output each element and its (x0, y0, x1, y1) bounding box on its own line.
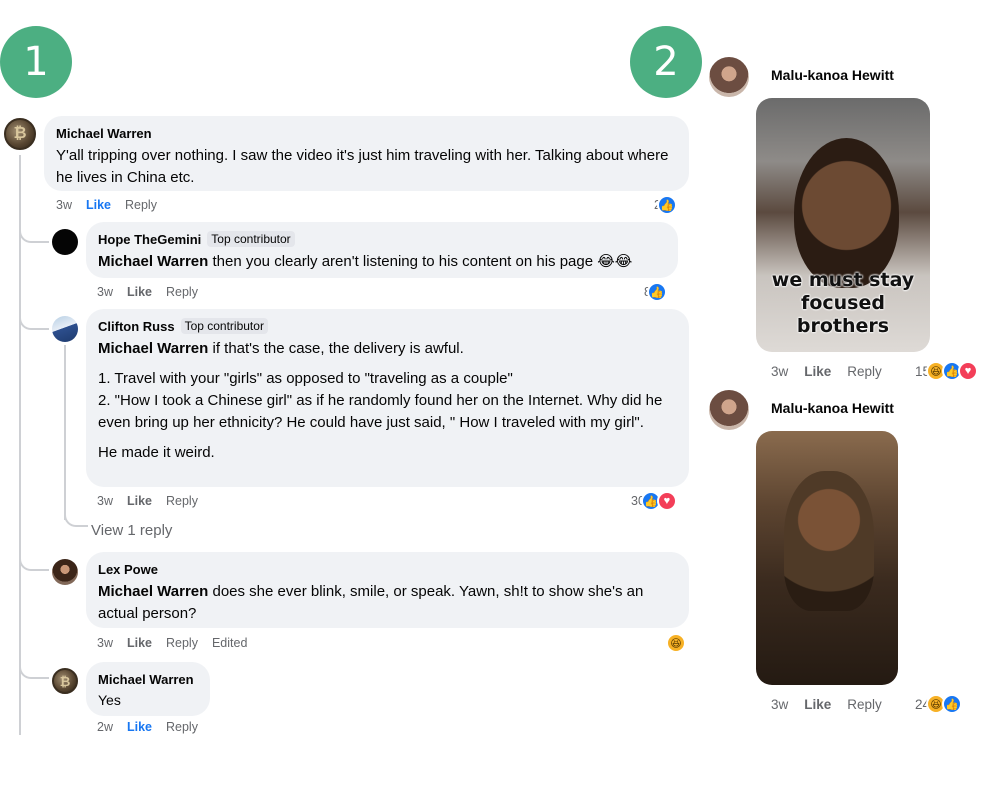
like-button[interactable]: Like (804, 364, 831, 379)
like-button[interactable]: Like (127, 494, 152, 508)
like-button[interactable]: Like (86, 198, 111, 212)
reply-bubble-lex: Lex Powe Michael Warren does she ever bl… (86, 552, 689, 628)
reply-time[interactable]: 3w (97, 494, 113, 508)
avatar-clifton-russ[interactable] (52, 316, 78, 342)
like-button[interactable]: Like (127, 720, 152, 734)
reply-time[interactable]: 3w (97, 636, 113, 650)
like-icon: 👍 (942, 694, 963, 714)
reaction-summary[interactable]: 8 👍 (644, 282, 667, 302)
comment-bubble-main: Michael Warren Y'all tripping over nothi… (44, 116, 689, 191)
reply-text: Michael Warren then you clearly aren't l… (98, 253, 633, 270)
comment-author[interactable]: Malu-kanoa Hewitt (771, 67, 894, 83)
mention-link[interactable]: Michael Warren (98, 253, 208, 270)
thread-connector (19, 655, 49, 679)
reply-author[interactable]: Clifton Russ (98, 319, 175, 334)
reply-actions: 3w Like Reply (97, 285, 198, 299)
comment-actions: 3w Like Reply (771, 364, 882, 379)
reply-button[interactable]: Reply (166, 720, 198, 734)
reply-text: Michael Warren does she ever blink, smil… (98, 583, 644, 622)
love-icon: ♥ (656, 491, 677, 511)
edited-label[interactable]: Edited (212, 636, 247, 650)
sub-thread-line (64, 345, 66, 520)
mention-link[interactable]: Michael Warren (98, 583, 208, 600)
comment-actions: 3w Like Reply (56, 198, 157, 212)
thread-connector (19, 543, 49, 571)
reply-bubble-michael: Michael Warren Yes (86, 662, 210, 716)
avatar-malu-kanoa-hewitt[interactable] (709, 57, 749, 97)
comment-time[interactable]: 3w (56, 198, 72, 212)
reply-author[interactable]: Lex Powe (98, 562, 158, 577)
comment-author[interactable]: Malu-kanoa Hewitt (771, 400, 894, 416)
like-button[interactable]: Like (127, 636, 152, 650)
thread-connector (19, 300, 49, 330)
reaction-summary[interactable]: 24 😆 👍 (915, 694, 963, 714)
reply-button[interactable]: Reply (847, 697, 882, 712)
reply-paragraph: 1. Travel with your "girls" as opposed t… (98, 370, 663, 431)
reaction-summary[interactable]: 2 👍 (654, 195, 677, 215)
like-icon: 👍 (656, 195, 677, 215)
gif-person-image (794, 138, 899, 288)
reply-button[interactable]: Reply (847, 364, 882, 379)
like-icon: 👍 (646, 282, 667, 302)
reply-author[interactable]: Michael Warren (98, 672, 194, 687)
view-replies-link[interactable]: View 1 reply (91, 522, 172, 539)
mention-link[interactable]: Michael Warren (98, 340, 208, 357)
avatar-michael-warren[interactable] (52, 668, 78, 694)
comment-text: Y'all tripping over nothing. I saw the v… (56, 147, 669, 186)
reply-bubble-hope: Hope TheGemini Top contributor Michael Wa… (86, 222, 678, 278)
avatar-malu-kanoa-hewitt[interactable] (709, 390, 749, 430)
reply-time[interactable]: 2w (97, 720, 113, 734)
comment-time[interactable]: 3w (771, 364, 788, 379)
comment-actions: 3w Like Reply (771, 697, 882, 712)
thread-line (19, 155, 21, 735)
reply-author[interactable]: Hope TheGemini (98, 232, 201, 247)
step-badge-2: 2 (630, 26, 702, 98)
reply-button[interactable]: Reply (166, 494, 198, 508)
reply-actions: 3w Like Reply Edited (97, 636, 247, 650)
reply-paragraph: He made it weird. (98, 444, 215, 461)
reply-text: Michael Warren if that's the case, the d… (98, 340, 464, 357)
comment-author[interactable]: Michael Warren (56, 126, 152, 141)
reaction-summary[interactable]: 😆 (664, 633, 686, 653)
love-icon: ♥ (958, 361, 979, 381)
reaction-summary[interactable]: 30 👍 ♥ (631, 491, 677, 511)
reply-actions: 3w Like Reply (97, 494, 198, 508)
reply-button[interactable]: Reply (125, 198, 157, 212)
top-contributor-badge: Top contributor (180, 318, 268, 334)
avatar-lex-powe[interactable] (52, 559, 78, 585)
gif-attachment[interactable] (756, 431, 898, 685)
reply-bubble-clifton: Clifton Russ Top contributor Michael Warr… (86, 309, 689, 487)
gif-person-image (784, 471, 874, 611)
reply-button[interactable]: Reply (166, 285, 198, 299)
gif-caption: we must stay focused brothers (771, 269, 915, 337)
avatar-michael-warren[interactable] (4, 118, 36, 150)
reaction-summary[interactable]: 15 😆 👍 ♥ (915, 361, 979, 381)
reply-button[interactable]: Reply (166, 636, 198, 650)
step-badge-1: 1 (0, 26, 72, 98)
reply-time[interactable]: 3w (97, 285, 113, 299)
reply-text: Yes (98, 692, 121, 708)
reply-actions: 2w Like Reply (97, 720, 198, 734)
like-button[interactable]: Like (127, 285, 152, 299)
gif-attachment[interactable]: we must stay focused brothers (756, 98, 930, 352)
comment-time[interactable]: 3w (771, 697, 788, 712)
thread-connector (64, 505, 88, 527)
like-button[interactable]: Like (804, 697, 831, 712)
thread-connector (19, 205, 49, 243)
top-contributor-badge: Top contributor (207, 231, 295, 247)
haha-icon: 😆 (666, 633, 686, 653)
avatar-hope-thegemini[interactable] (52, 229, 78, 255)
